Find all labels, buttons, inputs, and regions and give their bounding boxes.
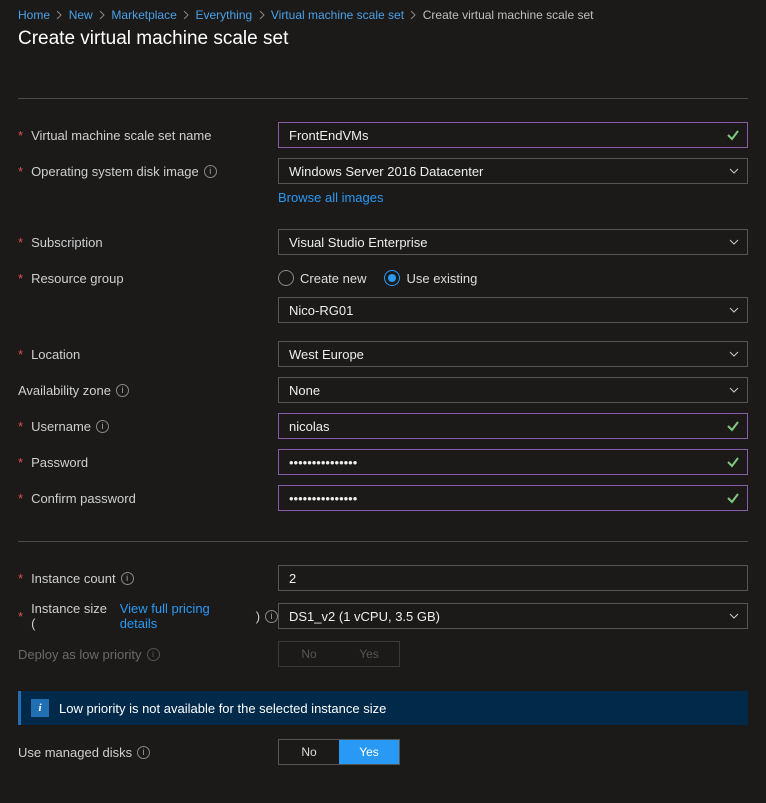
label-user: * Username i (18, 419, 278, 434)
pricing-link[interactable]: View full pricing details (120, 601, 251, 631)
label-location: * Location (18, 347, 278, 362)
label-size: * Instance size (View full pricing detai… (18, 601, 278, 631)
required-icon: * (18, 419, 23, 434)
lowprio-toggle: No Yes (278, 641, 400, 667)
label-os: * Operating system disk image i (18, 164, 278, 179)
breadcrumb-current: Create virtual machine scale set (423, 8, 594, 22)
username-input[interactable] (278, 413, 748, 439)
rg-create-radio[interactable]: Create new (278, 270, 366, 286)
subscription-select[interactable]: Visual Studio Enterprise (278, 229, 748, 255)
required-icon: * (18, 128, 23, 143)
managed-no[interactable]: No (279, 740, 339, 764)
required-icon: * (18, 571, 23, 586)
label-az: Availability zone i (18, 383, 278, 398)
password-input[interactable] (278, 449, 748, 475)
section-basics (18, 98, 748, 112)
info-icon[interactable]: i (116, 384, 129, 397)
chevron-right-icon (409, 11, 417, 19)
breadcrumb-home[interactable]: Home (18, 8, 50, 22)
required-icon: * (18, 164, 23, 179)
location-select[interactable]: West Europe (278, 341, 748, 367)
breadcrumb-vmss[interactable]: Virtual machine scale set (271, 8, 404, 22)
label-name: * Virtual machine scale set name (18, 128, 278, 143)
page-title: Create virtual machine scale set (0, 26, 766, 68)
required-icon: * (18, 235, 23, 250)
managed-yes[interactable]: Yes (339, 740, 399, 764)
label-cpwd: * Confirm password (18, 491, 278, 506)
name-input[interactable] (278, 122, 748, 148)
required-icon: * (18, 455, 23, 470)
label-subscription: * Subscription (18, 235, 278, 250)
info-banner-text: Low priority is not available for the se… (59, 701, 386, 716)
chevron-right-icon (258, 11, 266, 19)
info-banner-icon: i (31, 699, 49, 717)
chevron-right-icon (98, 11, 106, 19)
info-banner: i Low priority is not available for the … (18, 691, 748, 725)
lowprio-no: No (279, 642, 339, 666)
rg-select[interactable]: Nico-RG01 (278, 297, 748, 323)
rg-existing-radio[interactable]: Use existing (384, 270, 477, 286)
info-icon[interactable]: i (137, 746, 150, 759)
browse-images-link[interactable]: Browse all images (278, 190, 384, 205)
confirm-password-input[interactable] (278, 485, 748, 511)
label-count: * Instance count i (18, 571, 278, 586)
label-managed: Use managed disks i (18, 745, 278, 760)
info-icon[interactable]: i (96, 420, 109, 433)
required-icon: * (18, 347, 23, 362)
required-icon: * (18, 271, 23, 286)
os-select[interactable]: Windows Server 2016 Datacenter (278, 158, 748, 184)
breadcrumb-everything[interactable]: Everything (195, 8, 252, 22)
managed-disks-toggle[interactable]: No Yes (278, 739, 400, 765)
info-icon[interactable]: i (204, 165, 217, 178)
az-select[interactable]: None (278, 377, 748, 403)
label-lowprio: Deploy as low priority i (18, 647, 278, 662)
chevron-right-icon (182, 11, 190, 19)
breadcrumb-marketplace[interactable]: Marketplace (111, 8, 176, 22)
info-icon: i (147, 648, 160, 661)
instance-count-input[interactable] (278, 565, 748, 591)
label-rg: * Resource group (18, 271, 278, 286)
required-icon: * (18, 609, 23, 624)
breadcrumb-new[interactable]: New (69, 8, 93, 22)
info-icon[interactable]: i (265, 610, 278, 623)
size-select[interactable]: DS1_v2 (1 vCPU, 3.5 GB) (278, 603, 748, 629)
section-instances (18, 541, 748, 555)
label-pwd: * Password (18, 455, 278, 470)
required-icon: * (18, 491, 23, 506)
breadcrumb: Home New Marketplace Everything Virtual … (0, 0, 766, 26)
lowprio-yes: Yes (339, 642, 399, 666)
info-icon[interactable]: i (121, 572, 134, 585)
chevron-right-icon (55, 11, 63, 19)
